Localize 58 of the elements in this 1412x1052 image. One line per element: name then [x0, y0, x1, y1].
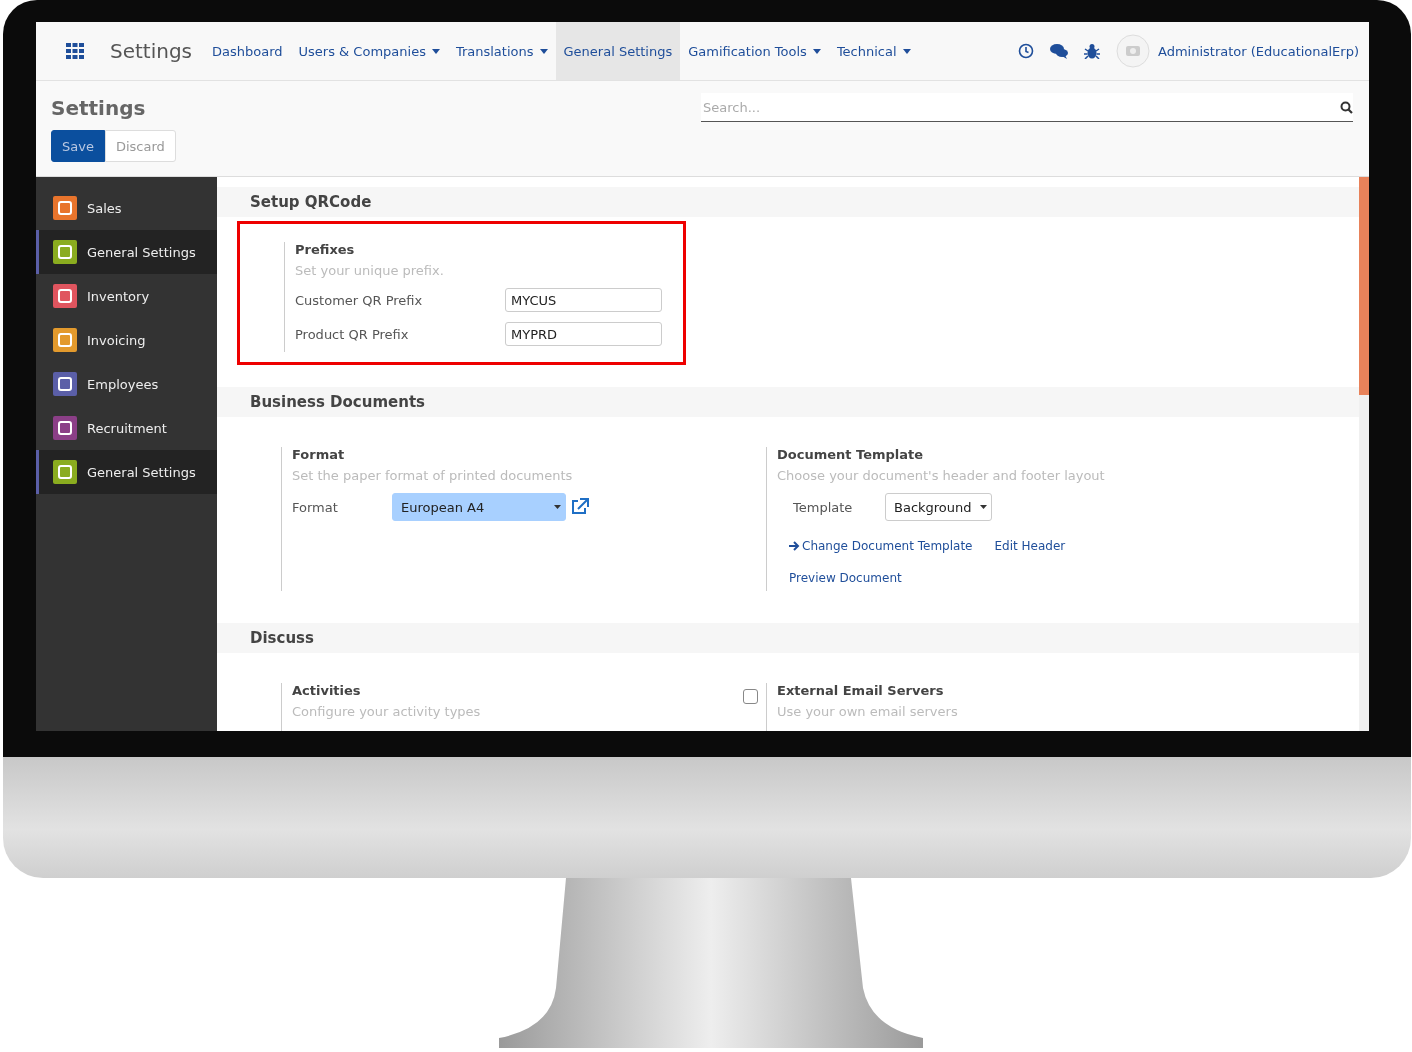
- setting-title: Format: [292, 447, 346, 462]
- link[interactable]: Preview Document: [789, 571, 902, 585]
- search-field[interactable]: Search...: [701, 93, 1353, 122]
- caret-icon: [554, 505, 561, 509]
- menu-item[interactable]: Technical: [828, 22, 919, 80]
- caret-icon: [902, 48, 911, 54]
- setting-description: Choose your document's header and footer layout: [777, 468, 1106, 483]
- sidebar-item[interactable]: General Settings: [36, 230, 217, 274]
- search-input[interactable]: Search...: [701, 98, 1340, 116]
- select-field[interactable]: Background: [885, 493, 992, 521]
- clock-icon[interactable]: [1018, 43, 1034, 59]
- page-title: Settings: [51, 95, 146, 120]
- arrow-icon: [789, 541, 800, 551]
- setting-title: Prefixes: [295, 242, 356, 257]
- bug-icon[interactable]: [1084, 43, 1100, 59]
- menu-item[interactable]: Translations: [447, 22, 556, 80]
- user-name[interactable]: Administrator (EducationalErp): [1158, 43, 1359, 59]
- external-link-icon[interactable]: [570, 498, 589, 516]
- section-header: Business Documents: [217, 387, 1359, 417]
- caret-icon: [539, 48, 548, 54]
- sidebar-item[interactable]: Employees: [36, 362, 217, 406]
- sidebar-item[interactable]: Inventory: [36, 274, 217, 318]
- caret-icon: [979, 505, 987, 509]
- setting-description: Set the paper format of printed documents: [292, 468, 574, 483]
- link[interactable]: Change Document Template: [789, 539, 973, 553]
- setting-title: External Email Servers: [777, 683, 945, 698]
- menu-item[interactable]: Users & Companies: [290, 22, 448, 80]
- search-icon[interactable]: [1340, 100, 1353, 114]
- setting-title: Document Template: [777, 447, 925, 462]
- menu-item[interactable]: Dashboard: [204, 22, 291, 80]
- input-field[interactable]: MYCUS: [505, 288, 662, 312]
- field-label: Product QR Prefix: [295, 326, 410, 342]
- app-title: Settings: [110, 39, 193, 63]
- select-field[interactable]: European A4: [392, 493, 566, 521]
- section-header: Setup QRCode: [217, 187, 1359, 217]
- scrollbar-thumb[interactable]: [1359, 177, 1369, 395]
- caret-icon: [431, 48, 440, 54]
- menu-item[interactable]: General Settings: [555, 22, 681, 80]
- field-label: Customer QR Prefix: [295, 292, 424, 308]
- setting-description: Use your own email servers: [777, 704, 959, 719]
- link[interactable]: Edit Header: [994, 539, 1066, 553]
- sidebar-item[interactable]: Invoicing: [36, 318, 217, 362]
- caret-icon: [812, 48, 821, 54]
- field-label: Format: [292, 499, 339, 515]
- save-button[interactable]: Save: [51, 130, 105, 162]
- chat-icon[interactable]: [1050, 43, 1068, 59]
- apps-grid-icon[interactable]: [66, 43, 84, 59]
- setting-title: Activities: [292, 683, 362, 698]
- setting-description: Configure your activity types: [292, 704, 482, 719]
- checkbox[interactable]: [743, 689, 758, 704]
- section-header: Discuss: [217, 623, 1359, 653]
- sidebar-item[interactable]: General Settings: [36, 450, 217, 494]
- menu-item[interactable]: Gamification Tools: [680, 22, 829, 80]
- input-field[interactable]: MYPRD: [505, 322, 662, 346]
- setting-description: Set your unique prefix.: [295, 263, 445, 278]
- sidebar-item[interactable]: Recruitment: [36, 406, 217, 450]
- sidebar-item[interactable]: Sales: [36, 186, 217, 230]
- field-label: Template: [792, 499, 854, 515]
